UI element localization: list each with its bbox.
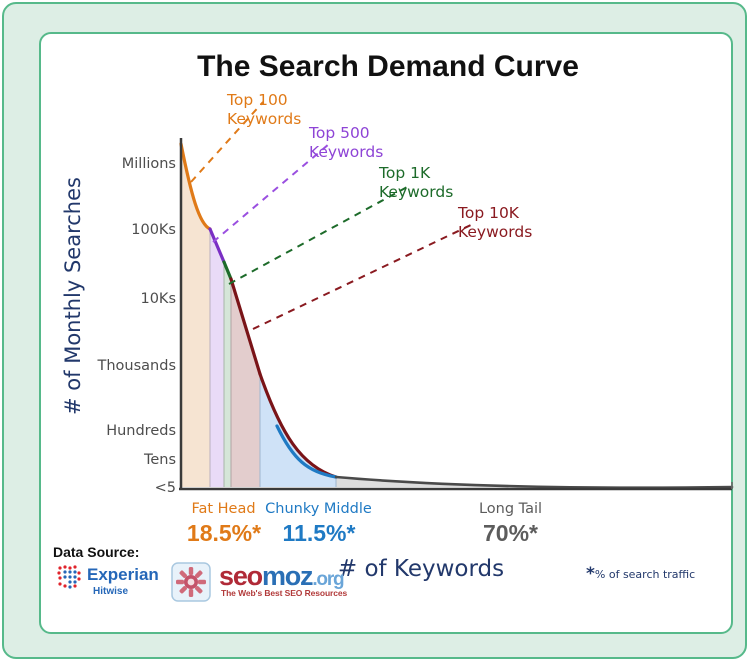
callout-top10k-line2: Keywords: [458, 223, 533, 241]
segment-label-fat-head: Fat Head: [191, 501, 256, 517]
segment-label-chunky-middle: Chunky Middle: [265, 501, 372, 517]
callout-top1k: Top 1K Keywords: [379, 164, 453, 202]
leader-line-top10k: [252, 223, 474, 330]
callout-top500: Top 500 Keywords: [309, 124, 383, 162]
callout-top100-line1: Top 100: [227, 91, 288, 109]
curve-fill-chunky-middle: [260, 374, 336, 487]
callout-top100: Top 100 Keywords: [227, 91, 301, 129]
callout-top500-line2: Keywords: [309, 143, 384, 161]
experian-wordmark: Experian: [87, 565, 159, 584]
callout-top10k-line1: Top 10K: [458, 204, 519, 222]
seomoz-word-moz: moz: [261, 561, 314, 591]
seomoz-word-seo: seo: [219, 561, 263, 591]
chart-panel: The Search Demand Curve # of Monthly Sea…: [39, 32, 734, 634]
poster-frame: The Search Demand Curve # of Monthly Sea…: [2, 2, 747, 659]
callout-top10k: Top 10K Keywords: [458, 204, 532, 242]
footnote: *% of search traffic: [586, 564, 695, 584]
segment-percent-chunky-middle: 11.5%*: [282, 520, 356, 546]
callout-top500-line1: Top 500: [309, 124, 370, 142]
segment-label-long-tail: Long Tail: [478, 501, 543, 517]
experian-dots-icon: [57, 565, 81, 589]
callout-top1k-line1: Top 1K: [379, 164, 431, 182]
footnote-asterisk: *: [586, 564, 595, 584]
seomoz-logo: seomoz.org The Web's Best SEO Resources: [169, 561, 379, 604]
seomoz-tagline: The Web's Best SEO Resources: [221, 588, 348, 598]
experian-hitwise-sub: Hitwise: [93, 586, 129, 597]
demand-curve-plot: [179, 101, 734, 491]
experian-logo: Experian Hitwise: [55, 565, 185, 607]
seomoz-word-org: .org: [312, 569, 344, 590]
footnote-text: % of search traffic: [594, 568, 696, 581]
segment-percent-fat-head: 18.5%*: [186, 520, 262, 546]
data-source-label: Data Source:: [53, 544, 140, 560]
seomoz-gear-icon: [171, 562, 211, 602]
callout-top1k-line2: Keywords: [379, 183, 454, 201]
callout-top100-line2: Keywords: [227, 110, 302, 128]
segment-percent-long-tail: 70%*: [483, 520, 538, 546]
